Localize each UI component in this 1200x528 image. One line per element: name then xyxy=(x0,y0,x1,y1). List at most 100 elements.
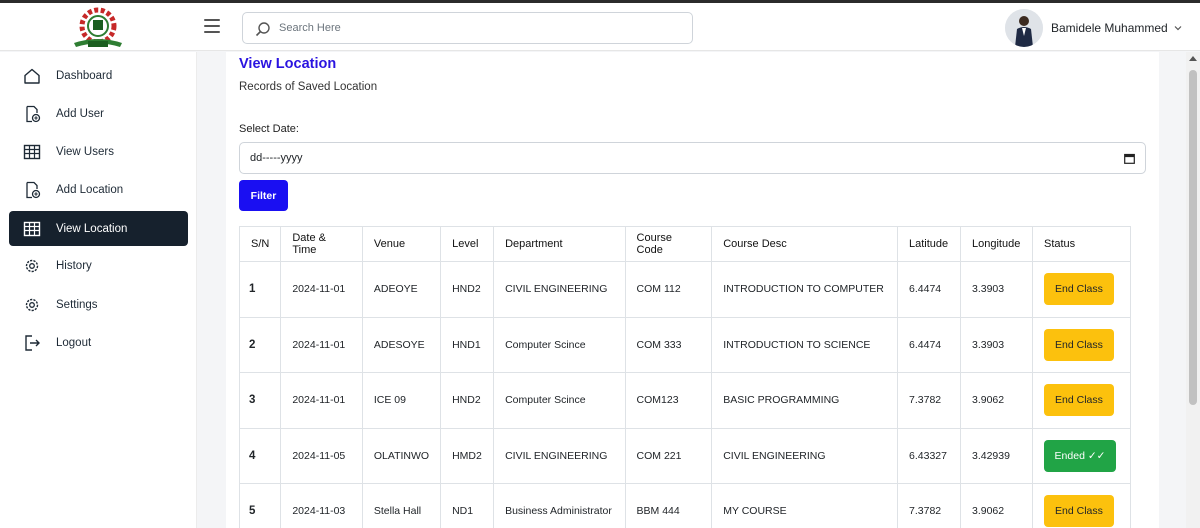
search-bar[interactable] xyxy=(242,12,693,44)
page-subtitle: Records of Saved Location xyxy=(239,81,378,93)
cell-longitude: 3.3903 xyxy=(960,261,1033,318)
column-header: Latitude xyxy=(897,226,961,262)
logout-icon xyxy=(22,333,42,353)
search-input[interactable] xyxy=(279,13,679,43)
cell-course-code: COM 112 xyxy=(624,261,713,318)
end-class-button[interactable]: End Class xyxy=(1043,495,1114,528)
cell-latitude: 6.4474 xyxy=(897,261,961,318)
user-menu[interactable]: Bamidele Muhammed xyxy=(1005,9,1182,47)
cell-date: 2024-11-01 xyxy=(280,372,363,429)
column-header: Department xyxy=(493,226,626,262)
location-records-table: S/N Date & Time Venue Level Department C… xyxy=(238,226,1132,528)
calendar-icon[interactable] xyxy=(1124,153,1135,164)
cell-sn: 3 xyxy=(238,372,282,429)
user-avatar-icon xyxy=(1005,9,1043,47)
sidebar-item-dashboard[interactable]: Dashboard xyxy=(9,58,188,93)
end-class-button[interactable]: End Class xyxy=(1043,273,1114,306)
cell-longitude: 3.9062 xyxy=(960,372,1033,429)
table-icon xyxy=(22,219,42,239)
page-title: View Location xyxy=(239,56,337,72)
ended-status-button[interactable]: Ended ✓✓ xyxy=(1043,439,1116,472)
sidebar-item-settings[interactable]: Settings xyxy=(9,287,188,322)
cell-course-code: BBM 444 xyxy=(624,483,713,528)
table-icon xyxy=(22,142,42,162)
cell-longitude: 3.9062 xyxy=(960,483,1033,528)
sidebar-item-history[interactable]: History xyxy=(9,248,188,283)
date-value: dd-----yyyy xyxy=(250,152,303,164)
cell-department: Computer Scince xyxy=(493,372,626,429)
filter-button[interactable]: Filter xyxy=(239,180,288,211)
sidebar-item-add-location[interactable]: Add Location xyxy=(9,172,188,207)
scrollbar-thumb[interactable] xyxy=(1189,70,1197,405)
home-icon xyxy=(22,66,42,86)
institution-logo xyxy=(74,7,122,47)
table-row: 1 2024-11-01 ADEOYE HND2 CIVIL ENGINEERI… xyxy=(238,261,1132,318)
cell-latitude: 7.3782 xyxy=(897,483,961,528)
cell-status: End Class xyxy=(1031,483,1132,528)
page-scrollbar[interactable] xyxy=(1186,52,1200,528)
cell-longitude: 3.42939 xyxy=(960,427,1033,484)
table-row: 4 2024-11-05 OLATINWO HMD2 CIVIL ENGINEE… xyxy=(238,427,1132,484)
column-header: Venue xyxy=(361,226,442,262)
cell-department: Business Administrator xyxy=(493,483,626,528)
chevron-down-icon xyxy=(1174,26,1182,31)
column-header: Status xyxy=(1031,226,1132,262)
cell-department: CIVIL ENGINEERING xyxy=(493,427,626,484)
cell-course-desc: BASIC PROGRAMMING xyxy=(711,372,899,429)
cell-level: HMD2 xyxy=(440,427,495,484)
cell-sn: 1 xyxy=(238,261,282,318)
gear-icon xyxy=(22,295,42,315)
sidebar: Dashboard Add User View Users Add Locati… xyxy=(0,52,197,528)
cell-course-desc: INTRODUCTION TO COMPUTER xyxy=(711,261,899,318)
column-header: Date & Time xyxy=(280,226,363,262)
cell-level: ND1 xyxy=(440,483,495,528)
cell-course-code: COM 333 xyxy=(624,316,713,373)
date-field[interactable]: dd-----yyyy xyxy=(239,142,1146,174)
view-location-card: View Location Records of Saved Location … xyxy=(226,52,1159,528)
cell-course-desc: MY COURSE xyxy=(711,483,899,528)
end-class-button[interactable]: End Class xyxy=(1043,328,1114,361)
sidebar-item-add-user[interactable]: Add User xyxy=(9,96,188,131)
cell-date: 2024-11-05 xyxy=(280,427,363,484)
end-class-button[interactable]: End Class xyxy=(1043,384,1114,417)
cell-longitude: 3.3903 xyxy=(960,316,1033,373)
date-label: Select Date: xyxy=(239,123,299,135)
cell-venue: ADEOYE xyxy=(361,261,442,318)
cell-venue: OLATINWO xyxy=(361,427,442,484)
sidebar-item-view-location[interactable]: View Location xyxy=(9,211,188,246)
sidebar-item-logout[interactable]: Logout xyxy=(9,325,188,360)
cell-level: HND1 xyxy=(440,316,495,373)
menu-toggle-icon[interactable] xyxy=(204,19,220,33)
cell-sn: 4 xyxy=(238,427,282,484)
cell-sn: 5 xyxy=(238,483,282,528)
cell-sn: 2 xyxy=(238,316,282,373)
cell-department: Computer Scince xyxy=(493,316,626,373)
column-header: Course Code xyxy=(624,226,713,262)
cell-status: End Class xyxy=(1031,261,1132,318)
user-name: Bamidele Muhammed xyxy=(1051,21,1168,35)
sidebar-item-view-users[interactable]: View Users xyxy=(9,134,188,169)
cell-venue: Stella Hall xyxy=(361,483,442,528)
column-header: Longitude xyxy=(960,226,1033,262)
cell-status: Ended ✓✓ xyxy=(1031,427,1132,484)
cell-venue: ADESOYE xyxy=(361,316,442,373)
column-header: Course Desc xyxy=(711,226,899,262)
cell-level: HND2 xyxy=(440,261,495,318)
avatar xyxy=(1005,9,1043,47)
cell-course-desc: INTRODUCTION TO SCIENCE xyxy=(711,316,899,373)
cell-status: End Class xyxy=(1031,372,1132,429)
cell-venue: ICE 09 xyxy=(361,372,442,429)
cell-course-code: COM123 xyxy=(624,372,713,429)
scroll-up-arrow-icon[interactable] xyxy=(1189,56,1197,61)
column-header: Level xyxy=(440,226,495,262)
table-row: 5 2024-11-03 Stella Hall ND1 Business Ad… xyxy=(238,483,1132,528)
search-icon xyxy=(255,22,270,37)
cell-latitude: 6.43327 xyxy=(897,427,961,484)
cell-date: 2024-11-01 xyxy=(280,316,363,373)
add-file-icon xyxy=(22,180,42,200)
table-row: 2 2024-11-01 ADESOYE HND1 Computer Scinc… xyxy=(238,316,1132,373)
cell-date: 2024-11-01 xyxy=(280,261,363,318)
cell-latitude: 6.4474 xyxy=(897,316,961,373)
table-header-row: S/N Date & Time Venue Level Department C… xyxy=(238,226,1132,262)
cell-department: CIVIL ENGINEERING xyxy=(493,261,626,318)
